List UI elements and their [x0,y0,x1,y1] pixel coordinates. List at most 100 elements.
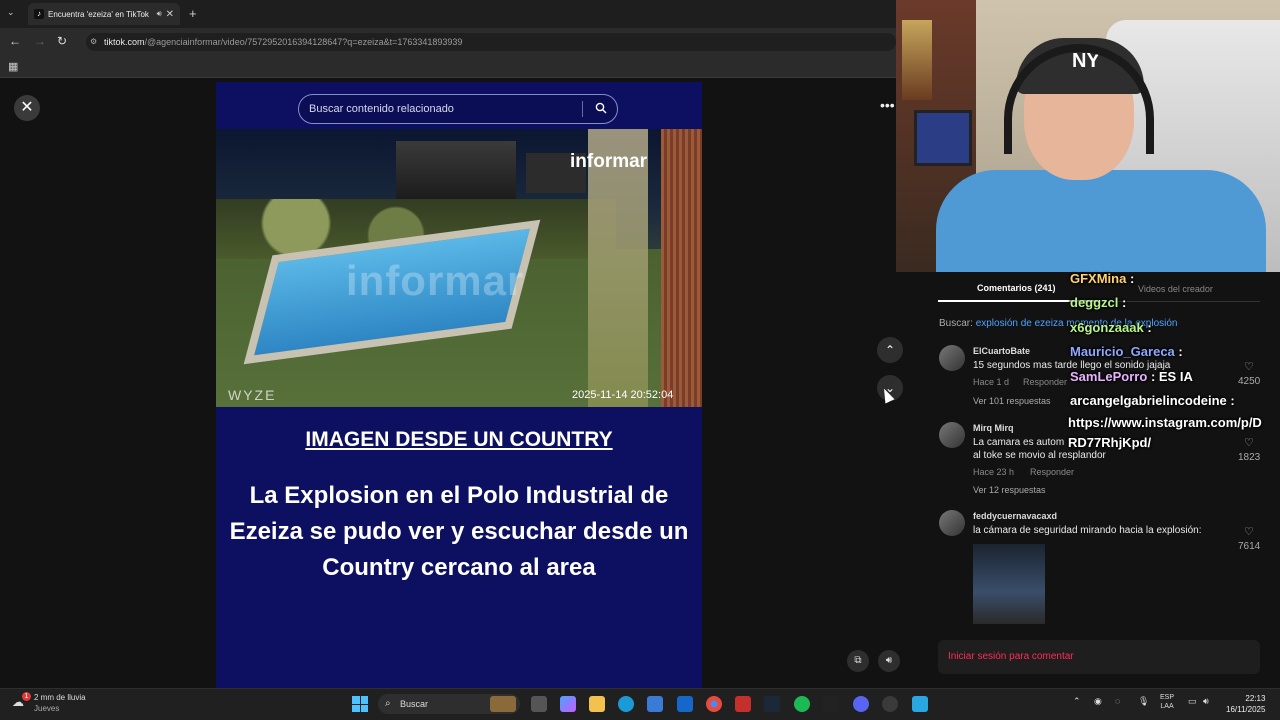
comment-username[interactable]: Mirq Mirq [973,423,1014,433]
retro-monitor [914,110,972,166]
new-tab-plus-icon[interactable]: + [189,6,197,21]
taskbar-search[interactable]: ⌕ Buscar [378,694,520,714]
chat-text: https://www.instagram.com/p/D [1068,415,1262,430]
copilot-icon[interactable] [560,696,576,712]
comment-text: al toke se movio al resplandor [973,450,1106,461]
chat-text: : [1230,393,1235,408]
comment-username[interactable]: feddycuernavacaxd [973,511,1057,521]
tab-title: Encuentra 'ezeiza' en TikTok [48,9,149,19]
reload-icon[interactable]: ↻ [57,34,67,48]
search-icon[interactable] [595,102,607,114]
volume-icon[interactable]: 🔊︎ [878,650,900,672]
speaker-icon[interactable]: 🔊︎ [1203,696,1209,707]
chat-message: SamLePorro : ES IA [1070,369,1193,384]
chat-username: arcangelgabrielincodeine [1070,393,1227,408]
forward-arrow-icon[interactable]: → [34,34,46,48]
chat-message: deggzcl : [1070,295,1126,310]
tray-app-icon[interactable]: ◌ [1115,696,1120,706]
more-options-icon[interactable]: ••• [880,97,895,113]
url-path: /@agenciainformar/video/7572952016394128… [144,37,463,47]
tab-comments[interactable]: Comentarios (241) [977,283,1056,293]
wyze-logo: WYZE [228,387,277,403]
previous-video-button[interactable]: ⌃ [877,337,903,363]
like-heart-icon[interactable]: ♡ [1244,360,1254,373]
comment-time: Hace 23 h [973,467,1015,477]
tab-list-chevron-icon[interactable]: ⌄ [7,7,15,18]
apps-grid-icon[interactable]: ▦ [8,60,18,73]
view-replies-button[interactable]: Ver 101 respuestas [973,396,1051,406]
chat-username: GFXMina [1070,271,1127,286]
browser-tab-bar: ⌄ ♪ Encuentra 'ezeiza' en TikTok 🔊︎ ✕ + [0,0,900,28]
edge-icon[interactable] [618,696,634,712]
tray-app-icon[interactable]: ◉ [1094,696,1102,707]
fence [661,129,702,407]
search-icon: ⌕ [385,698,391,709]
network-icon[interactable]: ▭ [1188,696,1197,707]
like-count: 7614 [1238,541,1261,552]
related-search-input[interactable]: Buscar contenido relacionado [298,94,618,124]
video-headline: IMAGEN DESDE UN COUNTRY [305,428,613,451]
back-arrow-icon[interactable]: ← [9,34,21,48]
store-icon[interactable] [647,696,663,712]
reply-button[interactable]: Responder [1030,467,1074,477]
steam-icon[interactable] [764,696,780,712]
app-icon[interactable] [882,696,898,712]
chat-username: x6gonzaaak [1070,320,1144,335]
comment-time: Hace 1 d [973,377,1010,387]
chat-text: : ES IA [1150,369,1193,384]
language-indicator[interactable]: ESP LAA [1160,693,1174,711]
notepad-icon[interactable] [912,696,928,712]
taskbar-clock[interactable]: 22:13 16/11/2025 [1226,693,1265,715]
tiktok-favicon-icon: ♪ [34,9,44,19]
picture-in-picture-icon[interactable]: ⧉ [847,650,869,672]
like-heart-icon[interactable]: ♡ [1244,436,1254,449]
tray-chevron-icon[interactable]: ⌃ [1073,696,1081,707]
avatar[interactable] [939,510,965,536]
avatar[interactable] [939,422,965,448]
tab-close-icon[interactable]: ✕ [166,9,174,20]
bookmarks-bar [0,56,900,78]
taskbar-search-label: Buscar [400,699,429,709]
clock-time: 22:13 [1245,694,1266,703]
chat-username: deggzcl [1070,295,1119,310]
browser-tab[interactable]: ♪ Encuentra 'ezeiza' en TikTok 🔊︎ ✕ [28,3,180,25]
comment-text: la cámara de seguridad mirando hacia la … [973,525,1202,536]
informar-watermark: informar [346,257,525,304]
view-replies-button[interactable]: Ver 12 respuestas [973,485,1046,495]
informar-logo: informar [570,151,648,172]
video-player[interactable]: Buscar contenido relacionado informar in… [216,82,702,688]
chat-username: Mauricio_Gareca [1070,344,1175,359]
app-icon[interactable] [823,696,839,712]
related-search-placeholder: Buscar contenido relacionado [309,103,454,115]
tab-creator-videos[interactable]: Videos del creador [1138,284,1213,294]
windows-start-icon[interactable] [352,696,368,712]
app-icon[interactable] [735,696,751,712]
login-to-comment-button[interactable]: Iniciar sesión para comentar [938,640,1260,674]
chrome-icon[interactable] [706,696,722,712]
comment-image[interactable] [973,544,1045,624]
file-explorer-icon[interactable] [589,696,605,712]
outlook-icon[interactable] [677,696,693,712]
chat-text: : [1178,344,1183,359]
lang-layout: LAA [1160,703,1174,710]
chat-message: RD77RhjKpd/ [1068,435,1151,450]
site-info-icon[interactable]: ⚙ [90,37,97,46]
chat-text: : [1122,295,1127,310]
streamer-webcam: NY [896,0,1280,272]
close-video-button[interactable]: ✕ [14,95,40,121]
task-view-icon[interactable] [531,696,547,712]
spotify-icon[interactable] [794,696,810,712]
comment-username[interactable]: ElCuartoBate [973,346,1030,356]
url-field[interactable]: tiktok.com/@agenciainformar/video/757295… [86,33,896,51]
discord-icon[interactable] [853,696,869,712]
security-camera-footage: informar informar WYZE 2025-11-14 20:52:… [216,129,702,407]
reply-button[interactable]: Responder [1023,377,1067,387]
like-count: 1823 [1238,452,1261,463]
avatar[interactable] [939,345,965,371]
like-heart-icon[interactable]: ♡ [1244,525,1254,538]
audio-playing-icon[interactable]: 🔊︎ [157,9,162,19]
windows-taskbar [0,688,1280,720]
microphone-icon[interactable]: 🎙︎ [1138,696,1149,707]
house-shape [396,141,516,201]
poster [902,20,932,100]
